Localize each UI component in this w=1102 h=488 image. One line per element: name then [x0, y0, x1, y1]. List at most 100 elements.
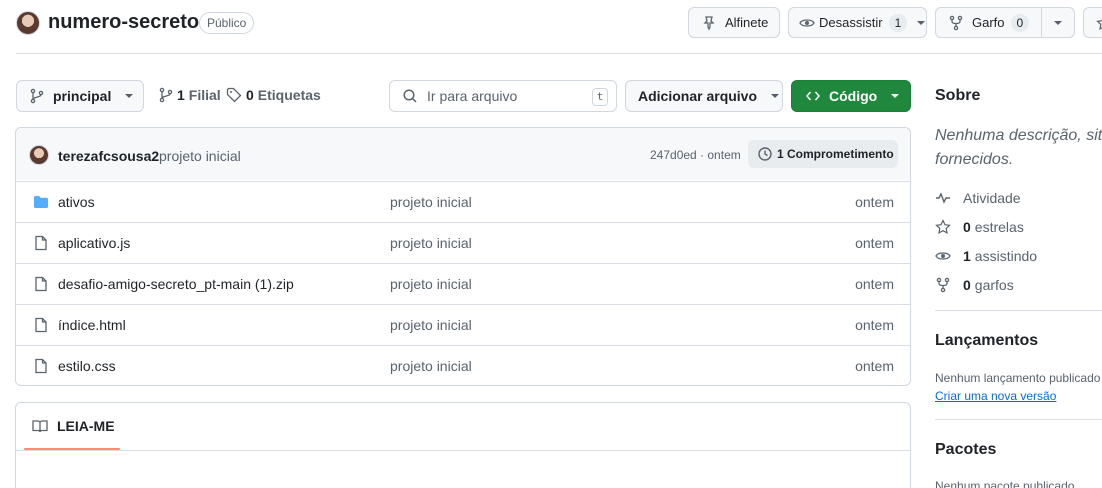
tags-label: Etiquetas — [257, 87, 321, 103]
file-commit-time: ontem — [855, 276, 894, 292]
branches-label: Filial — [188, 87, 221, 103]
chevron-down-icon — [891, 94, 900, 98]
file-icon — [33, 317, 49, 333]
stars-link[interactable]: 0 estrelas — [935, 219, 1024, 235]
watching-count: 1 — [963, 248, 971, 264]
tags-count: 0 — [246, 87, 254, 103]
tag-icon — [226, 87, 242, 103]
branch-name: principal — [53, 88, 112, 104]
star-icon — [1096, 15, 1102, 31]
branch-icon — [158, 87, 174, 103]
packages-empty-text: Nenhum pacote publicado — [935, 479, 1075, 488]
book-icon — [32, 418, 48, 434]
stars-count: 0 — [963, 219, 971, 235]
code-label: Código — [829, 88, 878, 104]
unwatch-button[interactable]: Desassistir 1 — [788, 7, 927, 38]
unwatch-label: Desassistir — [819, 15, 883, 30]
readme-tab[interactable]: LEIA-ME — [32, 418, 115, 434]
history-icon — [757, 146, 773, 162]
chevron-down-icon — [1054, 20, 1062, 25]
file-name[interactable]: aplicativo.js — [58, 235, 130, 251]
releases-title[interactable]: Lançamentos — [935, 332, 1038, 350]
fork-label: Garfo — [972, 15, 1005, 30]
code-icon — [805, 88, 821, 104]
add-file-button[interactable]: Adicionar arquivo — [625, 80, 783, 112]
watch-count: 1 — [888, 13, 908, 32]
file-row[interactable]: desafio-amigo-secreto_pt-main (1).zip pro… — [16, 263, 910, 304]
readme-tab-label: LEIA-ME — [57, 418, 115, 434]
chevron-down-icon — [771, 94, 780, 98]
file-name[interactable]: índice.html — [58, 317, 126, 333]
branch-selector[interactable]: principal — [16, 80, 144, 112]
repo-name[interactable]: numero-secreto — [48, 11, 199, 34]
add-file-label: Adicionar arquivo — [638, 88, 758, 104]
tags-link[interactable]: 0 Etiquetas — [226, 87, 321, 103]
header-divider — [16, 53, 1102, 54]
fork-count: 0 — [1010, 13, 1030, 32]
code-button[interactable]: Código — [791, 80, 911, 112]
branches-count: 1 — [177, 87, 185, 103]
file-name[interactable]: desafio-amigo-secreto_pt-main (1).zip — [58, 276, 294, 292]
commit-hash-time[interactable]: 247d0ed · ontem — [650, 148, 741, 162]
forks-link[interactable]: 0 garfos — [935, 277, 1014, 293]
readme-panel — [15, 402, 911, 488]
stars-label: estrelas — [974, 219, 1024, 235]
commit-message[interactable]: projeto inicial — [159, 148, 241, 164]
chevron-down-icon — [917, 20, 926, 25]
file-row[interactable]: índice.html projeto inicial ontem — [16, 304, 910, 345]
about-text-line-2: fornecidos. — [935, 151, 1014, 168]
commit-avatar[interactable] — [29, 145, 49, 165]
file-commit-time: ontem — [855, 358, 894, 374]
branches-link[interactable]: 1 Filial — [158, 87, 221, 103]
activity-label: Atividade — [963, 190, 1021, 206]
watchers-link[interactable]: 1 assistindo — [935, 248, 1037, 264]
file-row[interactable]: estilo.css projeto inicial ontem — [16, 345, 910, 386]
owner-avatar[interactable] — [16, 11, 40, 35]
search-icon — [402, 88, 418, 104]
commits-label: 1 Comprometimento — [777, 147, 894, 161]
activity-link[interactable]: Atividade — [935, 190, 1021, 206]
sidebar-divider — [935, 419, 1102, 420]
eye-icon — [799, 15, 815, 31]
commit-author[interactable]: terezafcsousa2 — [58, 148, 159, 164]
pin-button[interactable]: Alfinete — [688, 7, 780, 38]
file-commit-message[interactable]: projeto inicial — [390, 317, 472, 333]
star-icon — [935, 219, 951, 235]
pulse-icon — [935, 190, 951, 206]
create-release-link[interactable]: Criar uma nova versão — [935, 389, 1056, 403]
file-commit-message[interactable]: projeto inicial — [390, 358, 472, 374]
commits-history-button[interactable]: 1 Comprometimento — [748, 140, 898, 168]
search-placeholder: Ir para arquivo — [427, 88, 518, 104]
file-commit-message[interactable]: projeto inicial — [390, 276, 472, 292]
fork-dropdown-button[interactable] — [1041, 7, 1075, 38]
file-commit-message[interactable]: projeto inicial — [390, 235, 472, 251]
star-button[interactable] — [1083, 7, 1102, 38]
file-row[interactable]: aplicativo.js projeto inicial ontem — [16, 222, 910, 263]
file-name[interactable]: ativos — [58, 194, 95, 210]
file-icon — [33, 276, 49, 292]
file-commit-message[interactable]: projeto inicial — [390, 194, 472, 210]
watching-label: assistindo — [974, 248, 1038, 264]
pin-icon — [701, 15, 717, 31]
about-text-line-1: Nenhuma descrição, site — [935, 127, 1102, 144]
file-row[interactable]: ativos projeto inicial ontem — [16, 181, 910, 222]
packages-title[interactable]: Pacotes — [935, 441, 996, 459]
chevron-down-icon — [125, 94, 134, 98]
fork-button[interactable]: Garfo 0 — [935, 7, 1042, 38]
forks-count: 0 — [963, 277, 971, 293]
fork-icon — [948, 15, 964, 31]
branch-icon — [29, 88, 45, 104]
file-commit-time: ontem — [855, 194, 894, 210]
releases-empty-text: Nenhum lançamento publicado — [935, 371, 1101, 385]
file-name[interactable]: estilo.css — [58, 358, 116, 374]
forks-label: garfos — [974, 277, 1014, 293]
file-commit-time: ontem — [855, 235, 894, 251]
fork-icon — [935, 277, 951, 293]
file-commit-time: ontem — [855, 317, 894, 333]
go-to-file-input[interactable]: Ir para arquivo t — [389, 80, 617, 112]
readme-divider — [16, 450, 910, 451]
visibility-badge: Público — [199, 12, 255, 34]
folder-icon — [33, 194, 49, 210]
search-shortcut-key: t — [592, 88, 608, 106]
eye-icon — [935, 248, 951, 264]
